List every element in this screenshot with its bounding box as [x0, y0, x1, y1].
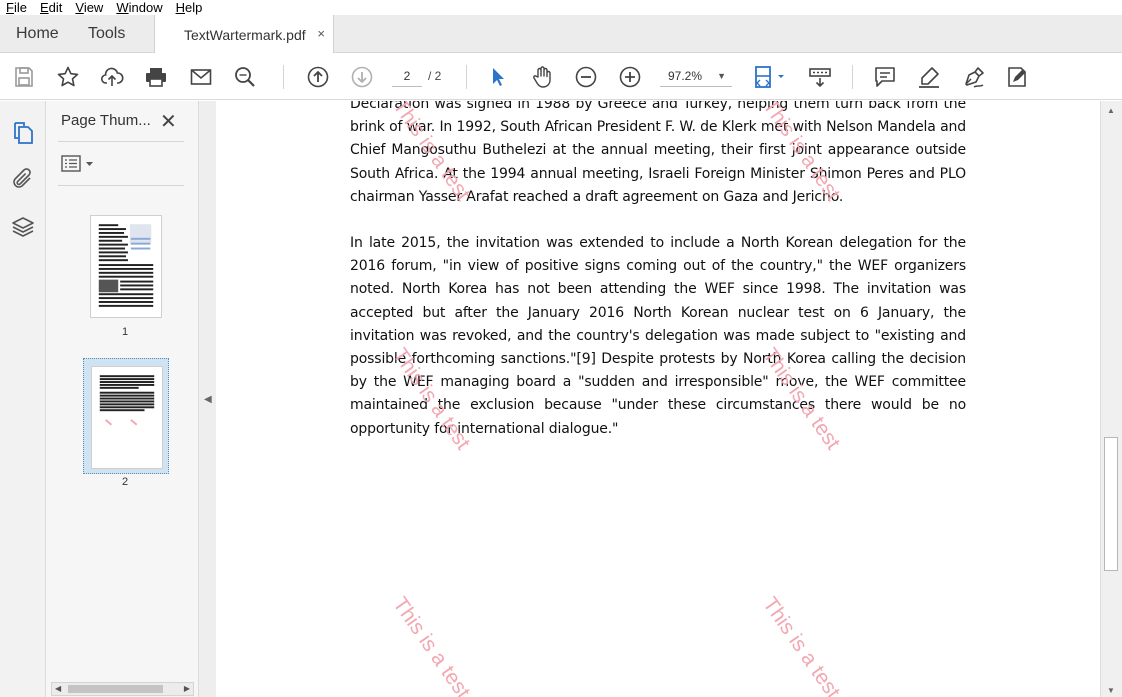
print-icon[interactable]: [144, 65, 168, 89]
search-icon[interactable]: [233, 65, 257, 89]
collapse-arrow-icon: ◀: [204, 394, 212, 405]
vertical-scrollbar[interactable]: ▲ ▼: [1100, 101, 1122, 697]
next-page-icon[interactable]: [350, 65, 374, 89]
tab-document[interactable]: TextWartermark.pdf ×: [154, 15, 334, 54]
select-cursor-icon[interactable]: [486, 65, 510, 89]
scroll-down-icon[interactable]: ▼: [1107, 686, 1115, 695]
page-text: Declaration was signed in 1988 by Greece…: [350, 101, 966, 464]
scroll-right-icon[interactable]: ▶: [184, 683, 190, 695]
thumbnail-page-number: 2: [122, 476, 129, 488]
scrollbar-thumb[interactable]: [68, 685, 163, 693]
watermark-text: This is a test: [388, 593, 475, 697]
zoom-level-select[interactable]: 97.2% ▼: [660, 65, 732, 87]
document-tab-label: TextWartermark.pdf: [184, 26, 306, 43]
options-menu-button[interactable]: [61, 155, 97, 173]
horizontal-scrollbar[interactable]: ◀ ▶: [51, 682, 194, 696]
scrollbar-thumb[interactable]: [1104, 437, 1118, 571]
divider: [58, 141, 184, 142]
page-thumbnail-1[interactable]: [90, 215, 162, 318]
page-number-input[interactable]: [392, 65, 422, 87]
save-icon[interactable]: [12, 65, 36, 89]
toolbar-divider: [466, 65, 467, 89]
previous-page-icon[interactable]: [306, 65, 330, 89]
toolbar-divider: [283, 65, 284, 89]
sign-pen-icon[interactable]: [961, 65, 985, 89]
layers-icon[interactable]: [11, 215, 35, 239]
menu-file[interactable]: File: [6, 0, 27, 15]
scroll-left-icon[interactable]: ◀: [55, 683, 61, 695]
tab-home[interactable]: Home: [16, 15, 59, 53]
close-tab-icon[interactable]: ×: [317, 26, 325, 41]
menu-edit[interactable]: Edit: [40, 0, 62, 15]
fit-page-icon[interactable]: [752, 65, 788, 89]
close-icon[interactable]: ✕: [160, 109, 177, 134]
menu-help[interactable]: Help: [176, 0, 203, 15]
tab-bar: Home Tools TextWartermark.pdf ×: [0, 15, 1122, 54]
scroll-mode-icon[interactable]: [808, 65, 832, 89]
side-rail: [0, 101, 46, 697]
email-icon[interactable]: [189, 65, 213, 89]
comment-icon[interactable]: [873, 65, 897, 89]
watermark-text: This is a test: [758, 593, 845, 697]
page-count: / 2: [428, 69, 442, 83]
menu-view[interactable]: View: [75, 0, 103, 15]
panel-collapse-handle[interactable]: ◀: [199, 101, 216, 697]
thumbnail-page-number: 1: [122, 326, 129, 338]
star-icon[interactable]: [56, 65, 80, 89]
highlight-pen-icon[interactable]: [917, 65, 941, 89]
page-thumbnail-2-selected[interactable]: [83, 358, 169, 474]
paragraph: In late 2015, the invitation was extende…: [350, 235, 966, 437]
document-view[interactable]: Declaration was signed in 1988 by Greece…: [216, 101, 1100, 697]
zoom-in-icon[interactable]: [618, 65, 642, 89]
tab-tools[interactable]: Tools: [88, 15, 125, 53]
paragraph: Declaration was signed in 1988 by Greece…: [350, 101, 966, 205]
divider: [58, 185, 184, 186]
menu-bar: File Edit View Window Help: [0, 0, 1122, 15]
zoom-out-icon[interactable]: [574, 65, 598, 89]
page-thumbnails-icon[interactable]: [11, 121, 35, 145]
fill-sign-icon[interactable]: [1005, 65, 1029, 89]
zoom-level-value: 97.2%: [668, 69, 703, 83]
scroll-up-icon[interactable]: ▲: [1107, 106, 1115, 115]
page-thumbnails-panel: Page Thum... ✕ 1 2 ◀ ▶: [46, 101, 199, 697]
attachment-icon[interactable]: [11, 167, 35, 191]
page-thumbnail-2[interactable]: [91, 366, 163, 469]
hand-tool-icon[interactable]: [530, 65, 554, 89]
toolbar: / 2 97.2% ▼: [0, 53, 1122, 100]
toolbar-divider: [852, 65, 853, 89]
chevron-down-icon: ▼: [717, 71, 726, 81]
panel-title: Page Thum...: [61, 112, 151, 129]
menu-window[interactable]: Window: [116, 0, 162, 15]
upload-cloud-icon[interactable]: [100, 65, 124, 89]
